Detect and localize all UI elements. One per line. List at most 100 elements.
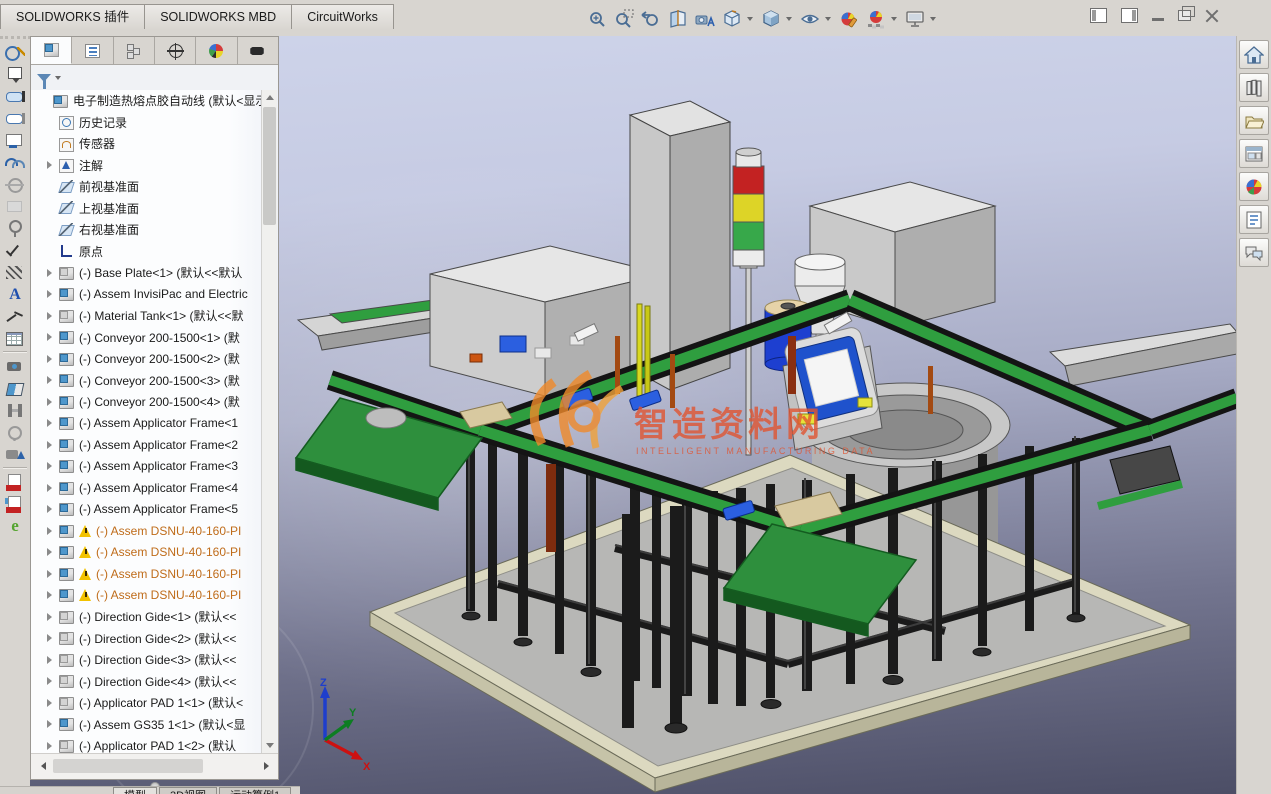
dynamic-annotation-views-icon[interactable] bbox=[693, 7, 717, 31]
expand-arrow-icon[interactable] bbox=[47, 441, 59, 449]
expand-arrow-icon[interactable] bbox=[47, 161, 59, 169]
expand-arrow-icon[interactable] bbox=[47, 742, 59, 750]
publish-3d-pdf-icon[interactable] bbox=[5, 474, 25, 491]
expand-arrow-icon[interactable] bbox=[47, 376, 59, 384]
tab-displaymanager[interactable] bbox=[196, 37, 237, 64]
tree-item[interactable]: 传感器 bbox=[31, 133, 278, 155]
expand-arrow-icon[interactable] bbox=[47, 484, 59, 492]
vertical-scroll-thumb[interactable] bbox=[263, 107, 276, 225]
tree-item[interactable]: (-) Base Plate<1> (默认<<默认 bbox=[31, 262, 278, 284]
tables-icon[interactable] bbox=[5, 330, 25, 347]
scroll-left-icon[interactable] bbox=[35, 758, 51, 774]
tree-item[interactable]: (-) Assem DSNU-40-160-PI bbox=[31, 585, 278, 607]
caterpillar-icon[interactable] bbox=[5, 264, 25, 281]
tree-item[interactable]: (-) Direction Gide<2> (默认<< bbox=[31, 628, 278, 650]
tab-propertymanager[interactable] bbox=[72, 37, 113, 64]
custom-properties-icon[interactable] bbox=[1239, 205, 1269, 234]
multi-jog-leader-icon[interactable] bbox=[5, 308, 25, 325]
expand-arrow-icon[interactable] bbox=[47, 226, 59, 234]
expand-arrow-icon[interactable] bbox=[47, 527, 59, 535]
tree-item[interactable]: (-) Assem InvisiPac and Electric bbox=[31, 284, 278, 306]
tree-item[interactable]: (-) Conveyor 200-1500<3> (默 bbox=[31, 370, 278, 392]
cycle-pane-right-icon[interactable] bbox=[1121, 8, 1138, 23]
surface-finish-icon[interactable] bbox=[5, 220, 25, 237]
tab-configurationmanager[interactable] bbox=[114, 37, 155, 64]
tab-circuitworks[interactable]: CircuitWorks bbox=[292, 4, 394, 29]
size-dimension-icon[interactable] bbox=[5, 88, 25, 105]
tree-item[interactable]: (-) Assem Applicator Frame<1 bbox=[31, 413, 278, 435]
expand-arrow-icon[interactable] bbox=[47, 613, 59, 621]
apply-scene-icon[interactable] bbox=[864, 7, 888, 31]
tree-item[interactable]: (-) Applicator PAD 1<2> (默认 bbox=[31, 735, 278, 753]
copy-settings-icon[interactable] bbox=[5, 424, 25, 441]
tab-motion-study[interactable]: 运动算例1 bbox=[219, 787, 291, 794]
tree-vertical-scrollbar[interactable] bbox=[261, 90, 277, 753]
filter-dropdown[interactable] bbox=[55, 76, 61, 80]
tree-item[interactable]: 历史记录 bbox=[31, 112, 278, 134]
apply-scene-dropdown[interactable] bbox=[891, 17, 897, 21]
tree-item[interactable]: 上视基准面 bbox=[31, 198, 278, 220]
expand-arrow-icon[interactable] bbox=[47, 634, 59, 642]
auto-dimension-scheme-icon[interactable] bbox=[5, 44, 25, 61]
publish-edrawings-icon[interactable]: e bbox=[5, 518, 25, 535]
display-style-dropdown[interactable] bbox=[786, 17, 792, 21]
tab-circuitworks[interactable] bbox=[238, 37, 278, 64]
view-orientation-dropdown[interactable] bbox=[747, 17, 753, 21]
view-palette-icon[interactable] bbox=[1239, 139, 1269, 168]
expand-arrow-icon[interactable] bbox=[47, 677, 59, 685]
tree-item[interactable]: (-) Conveyor 200-1500<2> (默 bbox=[31, 348, 278, 370]
tree-item[interactable]: (-) Direction Gide<3> (默认<< bbox=[31, 649, 278, 671]
compare-icon[interactable] bbox=[5, 402, 25, 419]
expand-arrow-icon[interactable] bbox=[47, 398, 59, 406]
horizontal-scroll-thumb[interactable] bbox=[53, 759, 203, 773]
expand-arrow-icon[interactable] bbox=[47, 355, 59, 363]
section-view-icon[interactable] bbox=[666, 7, 690, 31]
expand-arrow-icon[interactable] bbox=[47, 247, 59, 255]
expand-arrow-icon[interactable] bbox=[47, 570, 59, 578]
tree-item[interactable]: (-) Direction Gide<1> (默认<< bbox=[31, 606, 278, 628]
restore-icon[interactable] bbox=[1178, 10, 1191, 21]
hide-show-items-dropdown[interactable] bbox=[825, 17, 831, 21]
appearances-scenes-icon[interactable] bbox=[1239, 172, 1269, 201]
expand-arrow-icon[interactable] bbox=[47, 269, 59, 277]
tree-item[interactable]: (-) Assem Applicator Frame<3 bbox=[31, 456, 278, 478]
tree-item[interactable]: (-) Applicator PAD 1<1> (默认< bbox=[31, 692, 278, 714]
tree-item[interactable]: 电子制造热熔点胶自动线 (默认<显示 bbox=[31, 90, 278, 112]
scroll-down-icon[interactable] bbox=[262, 738, 277, 753]
display-style-icon[interactable] bbox=[759, 7, 783, 31]
home-icon[interactable] bbox=[1239, 40, 1269, 69]
expand-arrow-icon[interactable] bbox=[47, 419, 59, 427]
dynamic-annotation-views-tool-icon[interactable] bbox=[5, 446, 25, 463]
tab-dimxpertmanager[interactable] bbox=[155, 37, 196, 64]
tab-featuremanager-design-tree[interactable] bbox=[31, 37, 72, 64]
scroll-up-icon[interactable] bbox=[262, 90, 277, 105]
expand-arrow-icon[interactable] bbox=[47, 118, 59, 126]
expand-arrow-icon[interactable] bbox=[47, 290, 59, 298]
tolerance-status-icon[interactable] bbox=[5, 132, 25, 149]
expand-arrow-icon[interactable] bbox=[47, 505, 59, 513]
datum-icon[interactable] bbox=[5, 66, 25, 83]
expand-arrow-icon[interactable] bbox=[47, 183, 59, 191]
solidworks-forum-icon[interactable] bbox=[1239, 238, 1269, 267]
geometric-tolerance-icon[interactable] bbox=[5, 154, 25, 171]
filter-icon[interactable] bbox=[37, 74, 51, 82]
view-settings-icon[interactable] bbox=[903, 7, 927, 31]
view-orientation-icon[interactable] bbox=[720, 7, 744, 31]
tree-item[interactable]: 原点 bbox=[31, 241, 278, 263]
tree-item[interactable]: 右视基准面 bbox=[31, 219, 278, 241]
minimize-icon[interactable] bbox=[1152, 18, 1164, 21]
tab-solidworks-mbd[interactable]: SOLIDWORKS MBD bbox=[145, 4, 292, 29]
previous-view-icon[interactable] bbox=[639, 7, 663, 31]
close-icon[interactable] bbox=[1205, 9, 1219, 23]
expand-arrow-icon[interactable] bbox=[47, 462, 59, 470]
view-settings-dropdown[interactable] bbox=[930, 17, 936, 21]
show-tolerance-status-icon[interactable] bbox=[5, 198, 25, 215]
expand-arrow-icon[interactable] bbox=[41, 97, 53, 105]
tree-item[interactable]: (-) Direction Gide<4> (默认<< bbox=[31, 671, 278, 693]
scroll-right-icon[interactable] bbox=[258, 758, 274, 774]
cycle-pane-left-icon[interactable] bbox=[1090, 8, 1107, 23]
basic-size-dimension-icon[interactable] bbox=[5, 110, 25, 127]
publish-3d-pdf-template-icon[interactable] bbox=[5, 496, 25, 513]
tree-item[interactable]: 注解 bbox=[31, 155, 278, 177]
expand-arrow-icon[interactable] bbox=[47, 656, 59, 664]
